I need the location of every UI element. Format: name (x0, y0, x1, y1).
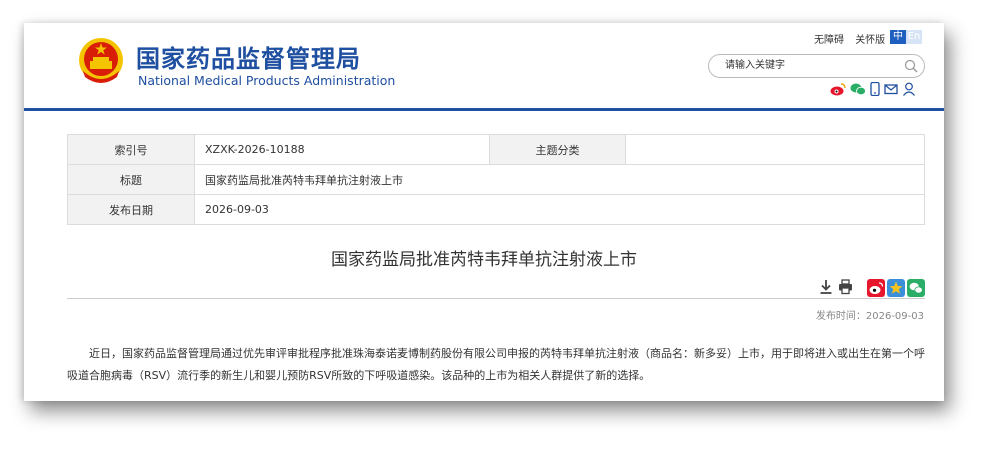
national-emblem-icon (79, 38, 123, 83)
top-links: 无障碍 关怀版 (814, 31, 893, 46)
date-value: 2026-09-03 (194, 194, 925, 225)
article-body: 近日，国家药品监督管理局通过优先审评审批程序批准珠海泰诺麦博制药股份有限公司申报… (67, 347, 925, 382)
download-icon[interactable] (819, 279, 833, 295)
title-label: 标题 (67, 164, 195, 195)
index-label: 索引号 (67, 134, 195, 165)
lang-english-button[interactable]: En (906, 30, 922, 44)
metadata-table: 索引号 XZXK-2026-10188 主题分类 标题 国家药监局批准芮特韦拜单… (67, 134, 925, 225)
title-value: 国家药监局批准芮特韦拜单抗注射液上市 (194, 164, 925, 195)
category-label: 主题分类 (489, 134, 626, 165)
table-row: 索引号 XZXK-2026-10188 主题分类 (67, 134, 925, 165)
site-subtitle: National Medical Products Administration (138, 73, 396, 88)
search-box (708, 54, 925, 78)
wechat-share-icon[interactable] (907, 279, 925, 297)
qzone-share-icon[interactable] (887, 279, 905, 297)
accessibility-link[interactable]: 无障碍 (814, 35, 844, 46)
print-icon[interactable] (838, 279, 853, 295)
index-value: XZXK-2026-10188 (194, 134, 490, 165)
search-input[interactable] (723, 59, 897, 72)
user-icon[interactable] (902, 82, 916, 96)
publish-time: 发布时间：2026-09-03 (815, 311, 924, 322)
title-divider (67, 298, 925, 299)
wechat-icon[interactable] (850, 82, 866, 96)
lang-chinese-button[interactable]: 中 (890, 30, 906, 44)
page-container: 国家药品监督管理局 National Medical Products Admi… (24, 23, 944, 401)
article-title: 国家药监局批准芮特韦拜单抗注射液上市 (331, 250, 637, 270)
mail-icon[interactable] (884, 82, 898, 96)
table-row: 发布日期 2026-09-03 (67, 194, 925, 225)
site-title[interactable]: 国家药品监督管理局 (136, 39, 361, 74)
category-value (625, 134, 925, 165)
search-icon[interactable] (904, 59, 918, 73)
mobile-icon[interactable] (870, 82, 880, 96)
care-mode-link[interactable]: 关怀版 (855, 35, 885, 46)
table-row: 标题 国家药监局批准芮特韦拜单抗注射液上市 (67, 164, 925, 195)
weibo-share-icon[interactable] (867, 279, 885, 297)
header-divider (24, 108, 944, 111)
date-label: 发布日期 (67, 194, 195, 225)
weibo-icon[interactable] (830, 82, 846, 96)
